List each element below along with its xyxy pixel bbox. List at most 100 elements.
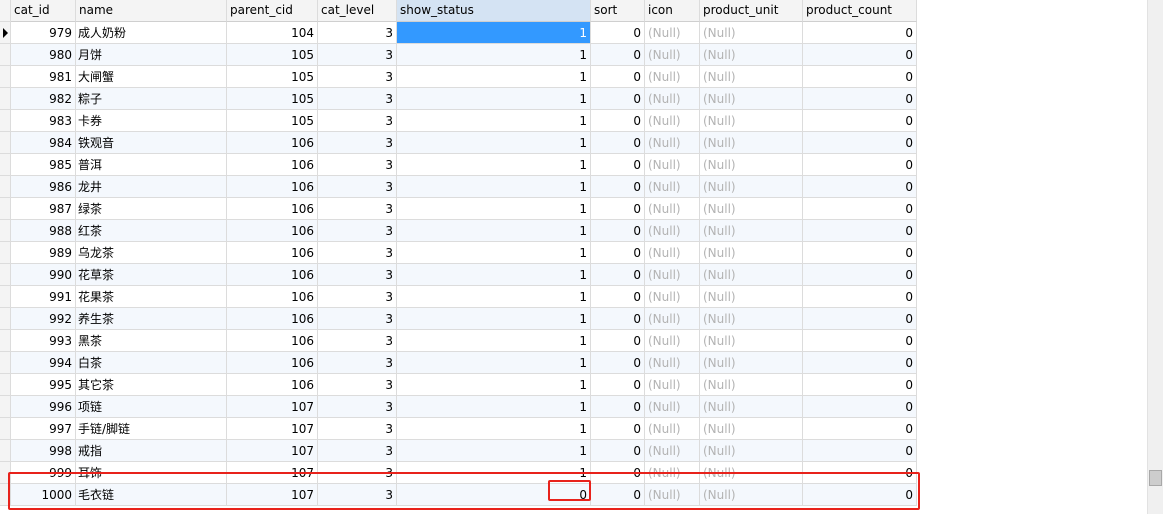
cell-show-status[interactable]: 1 (397, 66, 591, 88)
cell-cat-id[interactable]: 996 (11, 396, 76, 418)
table-row[interactable]: 980 月饼 105 3 1 0 (Null) (Null) 0 (0, 44, 917, 66)
cell-icon[interactable]: (Null) (645, 198, 700, 220)
cell-cat-id[interactable]: 981 (11, 66, 76, 88)
cell-cat-level[interactable]: 3 (318, 440, 397, 462)
cell-product-count[interactable]: 0 (803, 132, 917, 154)
cell-sort[interactable]: 0 (591, 66, 645, 88)
table-row[interactable]: 993 黑茶 106 3 1 0 (Null) (Null) 0 (0, 330, 917, 352)
cell-show-status[interactable]: 1 (397, 264, 591, 286)
cell-parent-cid[interactable]: 106 (227, 176, 318, 198)
cell-sort[interactable]: 0 (591, 154, 645, 176)
cell-product-count[interactable]: 0 (803, 110, 917, 132)
cell-sort[interactable]: 0 (591, 396, 645, 418)
cell-parent-cid[interactable]: 106 (227, 220, 318, 242)
cell-product-count[interactable]: 0 (803, 352, 917, 374)
cell-name[interactable]: 毛衣链 (76, 484, 227, 506)
cell-product-count[interactable]: 0 (803, 88, 917, 110)
cell-show-status[interactable]: 1 (397, 198, 591, 220)
cell-parent-cid[interactable]: 107 (227, 396, 318, 418)
cell-parent-cid[interactable]: 107 (227, 484, 318, 506)
cell-product-count[interactable]: 0 (803, 22, 917, 44)
cell-cat-id[interactable]: 998 (11, 440, 76, 462)
cell-icon[interactable]: (Null) (645, 66, 700, 88)
cell-name[interactable]: 月饼 (76, 44, 227, 66)
cell-icon[interactable]: (Null) (645, 396, 700, 418)
cell-cat-level[interactable]: 3 (318, 110, 397, 132)
cell-product-unit[interactable]: (Null) (700, 330, 803, 352)
cell-cat-id[interactable]: 997 (11, 418, 76, 440)
cell-name[interactable]: 绿茶 (76, 198, 227, 220)
cell-product-unit[interactable]: (Null) (700, 264, 803, 286)
row-indicator[interactable] (0, 198, 11, 220)
cell-parent-cid[interactable]: 106 (227, 330, 318, 352)
cell-sort[interactable]: 0 (591, 330, 645, 352)
cell-name[interactable]: 项链 (76, 396, 227, 418)
column-header-sort[interactable]: sort (591, 0, 645, 22)
cell-sort[interactable]: 0 (591, 110, 645, 132)
cell-name[interactable]: 白茶 (76, 352, 227, 374)
cell-cat-level[interactable]: 3 (318, 264, 397, 286)
cell-cat-id[interactable]: 979 (11, 22, 76, 44)
cell-cat-id[interactable]: 991 (11, 286, 76, 308)
cell-name[interactable]: 成人奶粉 (76, 22, 227, 44)
cell-show-status[interactable]: 1 (397, 110, 591, 132)
cell-cat-level[interactable]: 3 (318, 88, 397, 110)
table-row[interactable]: 996 项链 107 3 1 0 (Null) (Null) 0 (0, 396, 917, 418)
cell-show-status[interactable]: 1 (397, 88, 591, 110)
cell-parent-cid[interactable]: 105 (227, 110, 318, 132)
cell-parent-cid[interactable]: 106 (227, 242, 318, 264)
table-row[interactable]: 997 手链/脚链 107 3 1 0 (Null) (Null) 0 (0, 418, 917, 440)
row-indicator[interactable] (0, 374, 11, 396)
cell-icon[interactable]: (Null) (645, 220, 700, 242)
cell-product-count[interactable]: 0 (803, 462, 917, 484)
cell-product-unit[interactable]: (Null) (700, 176, 803, 198)
cell-cat-id[interactable]: 994 (11, 352, 76, 374)
row-indicator[interactable] (0, 132, 11, 154)
row-indicator[interactable] (0, 176, 11, 198)
cell-product-count[interactable]: 0 (803, 484, 917, 506)
cell-icon[interactable]: (Null) (645, 132, 700, 154)
cell-product-unit[interactable]: (Null) (700, 44, 803, 66)
row-indicator[interactable] (0, 22, 11, 44)
cell-cat-id[interactable]: 995 (11, 374, 76, 396)
table-row[interactable]: 998 戒指 107 3 1 0 (Null) (Null) 0 (0, 440, 917, 462)
row-indicator[interactable] (0, 264, 11, 286)
column-header-cat-id[interactable]: cat_id (11, 0, 76, 22)
cell-show-status[interactable]: 1 (397, 352, 591, 374)
cell-product-unit[interactable]: (Null) (700, 352, 803, 374)
cell-name[interactable]: 龙井 (76, 176, 227, 198)
cell-product-unit[interactable]: (Null) (700, 154, 803, 176)
cell-name[interactable]: 普洱 (76, 154, 227, 176)
cell-product-count[interactable]: 0 (803, 66, 917, 88)
cell-product-unit[interactable]: (Null) (700, 198, 803, 220)
cell-cat-level[interactable]: 3 (318, 132, 397, 154)
cell-name[interactable]: 戒指 (76, 440, 227, 462)
row-indicator[interactable] (0, 286, 11, 308)
scrollbar-thumb[interactable] (1149, 470, 1162, 486)
column-header-show-status[interactable]: show_status (397, 0, 591, 22)
cell-cat-level[interactable]: 3 (318, 220, 397, 242)
cell-product-unit[interactable]: (Null) (700, 484, 803, 506)
cell-icon[interactable]: (Null) (645, 264, 700, 286)
cell-product-unit[interactable]: (Null) (700, 66, 803, 88)
row-indicator[interactable] (0, 220, 11, 242)
table-row[interactable]: 984 铁观音 106 3 1 0 (Null) (Null) 0 (0, 132, 917, 154)
cell-parent-cid[interactable]: 106 (227, 264, 318, 286)
table-row[interactable]: 989 乌龙茶 106 3 1 0 (Null) (Null) 0 (0, 242, 917, 264)
cell-product-unit[interactable]: (Null) (700, 418, 803, 440)
row-indicator[interactable] (0, 462, 11, 484)
column-header-name[interactable]: name (76, 0, 227, 22)
cell-icon[interactable]: (Null) (645, 22, 700, 44)
cell-icon[interactable]: (Null) (645, 374, 700, 396)
column-header-icon[interactable]: icon (645, 0, 700, 22)
cell-name[interactable]: 耳饰 (76, 462, 227, 484)
cell-parent-cid[interactable]: 104 (227, 22, 318, 44)
cell-product-unit[interactable]: (Null) (700, 374, 803, 396)
cell-show-status[interactable]: 1 (397, 132, 591, 154)
table-row[interactable]: 1000 毛衣链 107 3 0 0 (Null) (Null) 0 (0, 484, 917, 506)
row-indicator[interactable] (0, 352, 11, 374)
cell-sort[interactable]: 0 (591, 462, 645, 484)
cell-cat-level[interactable]: 3 (318, 308, 397, 330)
cell-product-unit[interactable]: (Null) (700, 132, 803, 154)
cell-cat-id[interactable]: 988 (11, 220, 76, 242)
